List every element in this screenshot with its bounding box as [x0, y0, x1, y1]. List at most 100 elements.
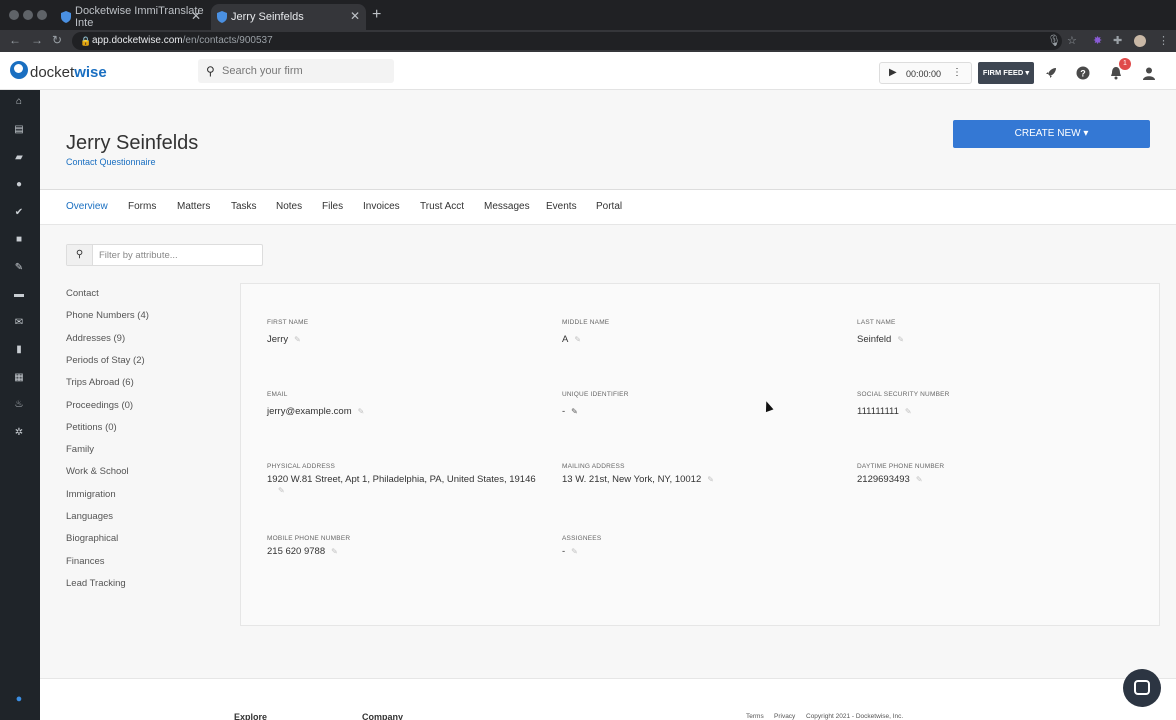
timer-menu-icon[interactable]: ⋮ — [952, 67, 962, 78]
credit-card-icon[interactable]: ▬ — [12, 288, 26, 302]
url-host: app.docketwise.com — [92, 35, 183, 46]
browser-address-bar: ← → ↻ 🔒 app.docketwise.com/en/contacts/9… — [0, 30, 1176, 52]
mailing-address-label: Mailing Address — [562, 463, 625, 470]
contacts-icon[interactable]: ● — [12, 178, 26, 192]
window-close-dot[interactable] — [9, 10, 19, 20]
paperclip-icon[interactable]: ✎ — [12, 261, 26, 275]
left-sidebar: ⌂ ▤ ▰ ● ✔ ■ ✎ ▬ ✉ ▮ ▦ ♨ ✲ ● — [0, 90, 40, 720]
url-field[interactable]: 🔒 app.docketwise.com/en/contacts/900537 — [72, 32, 1062, 50]
edit-pencil-icon[interactable]: ✎ — [331, 547, 338, 556]
edit-pencil-icon[interactable]: ✎ — [278, 486, 285, 495]
window-maximize-dot[interactable] — [37, 10, 47, 20]
edit-pencil-icon[interactable]: ✎ — [897, 335, 904, 344]
edit-pencil-icon[interactable]: ✎ — [294, 335, 301, 344]
home-icon[interactable]: ⌂ — [12, 95, 26, 109]
user-account-icon[interactable] — [1141, 65, 1157, 81]
category-lead-tracking[interactable]: Lead Tracking — [66, 578, 126, 589]
browser-tab-contact[interactable]: Jerry Seinfelds ✕ — [211, 4, 366, 30]
folder-icon[interactable]: ▰ — [12, 151, 26, 165]
help-icon[interactable]: ? — [1075, 65, 1091, 81]
edit-pencil-icon[interactable]: ✎ — [707, 475, 714, 484]
edit-pencil-icon[interactable]: ✎ — [571, 547, 578, 556]
firm-search-input[interactable] — [222, 62, 387, 80]
edit-pencil-icon[interactable]: ✎ — [574, 335, 581, 344]
footer-company-heading: Company — [362, 712, 404, 720]
new-tab-plus-icon[interactable]: + — [372, 6, 381, 24]
document-icon[interactable]: ▤ — [12, 123, 26, 137]
page-footer — [40, 678, 1176, 720]
assignees-field: - ✎ — [562, 546, 578, 557]
category-proceedings[interactable]: Proceedings (0) — [66, 400, 133, 411]
contact-details-panel — [240, 283, 1160, 626]
back-arrow-icon[interactable]: ← — [9, 33, 21, 47]
ssn-label: Social Security Number — [857, 391, 950, 398]
edit-pencil-icon[interactable]: ✎ — [358, 407, 365, 416]
category-petitions[interactable]: Petitions (0) — [66, 422, 117, 433]
window-minimize-dot[interactable] — [23, 10, 33, 20]
category-contact[interactable]: Contact — [66, 288, 99, 299]
category-immigration[interactable]: Immigration — [66, 489, 116, 500]
puzzle-extensions-icon[interactable]: ✚ — [1113, 34, 1122, 47]
footer-terms-link[interactable]: Terms — [746, 713, 764, 720]
bookmark-star-icon[interactable]: ☆ — [1067, 34, 1077, 47]
time-tracker: ▶ 00:00:00 ⋮ — [879, 62, 972, 84]
firm-feed-button[interactable]: FIRM FEED ▾ — [978, 62, 1034, 84]
email-label: Email — [267, 391, 288, 398]
footer-privacy-link[interactable]: Privacy — [774, 713, 795, 720]
settings-gear-icon[interactable]: ✲ — [12, 426, 26, 440]
tab-notes[interactable]: Notes — [276, 201, 302, 212]
tab-overview[interactable]: Overview — [66, 201, 108, 212]
edit-pencil-icon[interactable]: ✎ — [571, 407, 578, 416]
expand-sidebar-icon[interactable]: ● — [12, 692, 26, 706]
calendar-icon[interactable]: ▦ — [12, 371, 26, 385]
tab-forms[interactable]: Forms — [128, 201, 156, 212]
middle-name-label: Middle Name — [562, 319, 610, 326]
category-languages[interactable]: Languages — [66, 511, 113, 522]
filter-attribute-input[interactable] — [99, 248, 254, 262]
browser-menu-icon[interactable]: ⋮ — [1158, 34, 1169, 47]
last-name-label: Last Name — [857, 319, 896, 326]
support-chat-button[interactable] — [1123, 669, 1161, 707]
tab-trust-acct[interactable]: Trust Acct — [420, 201, 464, 212]
microphone-icon[interactable]: 🎙 — [1047, 34, 1061, 47]
category-periods-of-stay[interactable]: Periods of Stay (2) — [66, 355, 145, 366]
reload-icon[interactable]: ↻ — [52, 33, 62, 47]
reports-icon[interactable]: ♨ — [12, 398, 26, 412]
rocket-icon[interactable] — [1043, 65, 1059, 81]
category-phone-numbers[interactable]: Phone Numbers (4) — [66, 310, 149, 321]
tab-files[interactable]: Files — [322, 201, 343, 212]
forward-arrow-icon[interactable]: → — [31, 33, 43, 47]
category-family[interactable]: Family — [66, 444, 94, 455]
tab-portal[interactable]: Portal — [596, 201, 622, 212]
close-icon[interactable]: ✕ — [350, 9, 360, 23]
tab-events[interactable]: Events — [546, 201, 577, 212]
footer-explore-heading: Explore — [234, 712, 268, 720]
edit-pencil-icon[interactable]: ✎ — [916, 475, 923, 484]
assignees-label: Assignees — [562, 535, 602, 542]
tab-matters[interactable]: Matters — [177, 201, 210, 212]
category-addresses[interactable]: Addresses (9) — [66, 333, 125, 344]
tab-invoices[interactable]: Invoices — [363, 201, 400, 212]
envelope-icon[interactable]: ✉ — [12, 316, 26, 330]
close-icon[interactable]: ✕ — [191, 9, 201, 23]
category-work-school[interactable]: Work & School — [66, 466, 129, 477]
ssn-field: 111111111 ✎ — [857, 406, 912, 417]
mailing-address-field: 13 W. 21st, New York, NY, 10012 ✎ — [562, 474, 714, 485]
tasks-check-icon[interactable]: ✔ — [12, 206, 26, 220]
contact-questionnaire-link[interactable]: Contact Questionnaire — [66, 157, 156, 167]
docketwise-logo[interactable]: docketwise — [10, 59, 107, 81]
tab-messages[interactable]: Messages — [484, 201, 530, 212]
create-new-button[interactable]: CREATE NEW ▾ — [953, 120, 1150, 148]
edit-pencil-icon[interactable]: ✎ — [905, 407, 912, 416]
forms-icon[interactable]: ■ — [12, 233, 26, 247]
extension-icon[interactable]: ✸ — [1093, 34, 1102, 47]
category-finances[interactable]: Finances — [66, 556, 105, 567]
browser-tab-immitranslate[interactable]: Docketwise ImmiTranslate Inte ✕ — [55, 4, 207, 30]
category-biographical[interactable]: Biographical — [66, 533, 118, 544]
play-icon[interactable]: ▶ — [889, 67, 897, 78]
category-trips-abroad[interactable]: Trips Abroad (6) — [66, 377, 134, 388]
tab-tasks[interactable]: Tasks — [231, 201, 257, 212]
chat-icon[interactable]: ▮ — [12, 343, 26, 357]
profile-avatar[interactable] — [1134, 35, 1146, 47]
first-name-label: First Name — [267, 319, 309, 326]
